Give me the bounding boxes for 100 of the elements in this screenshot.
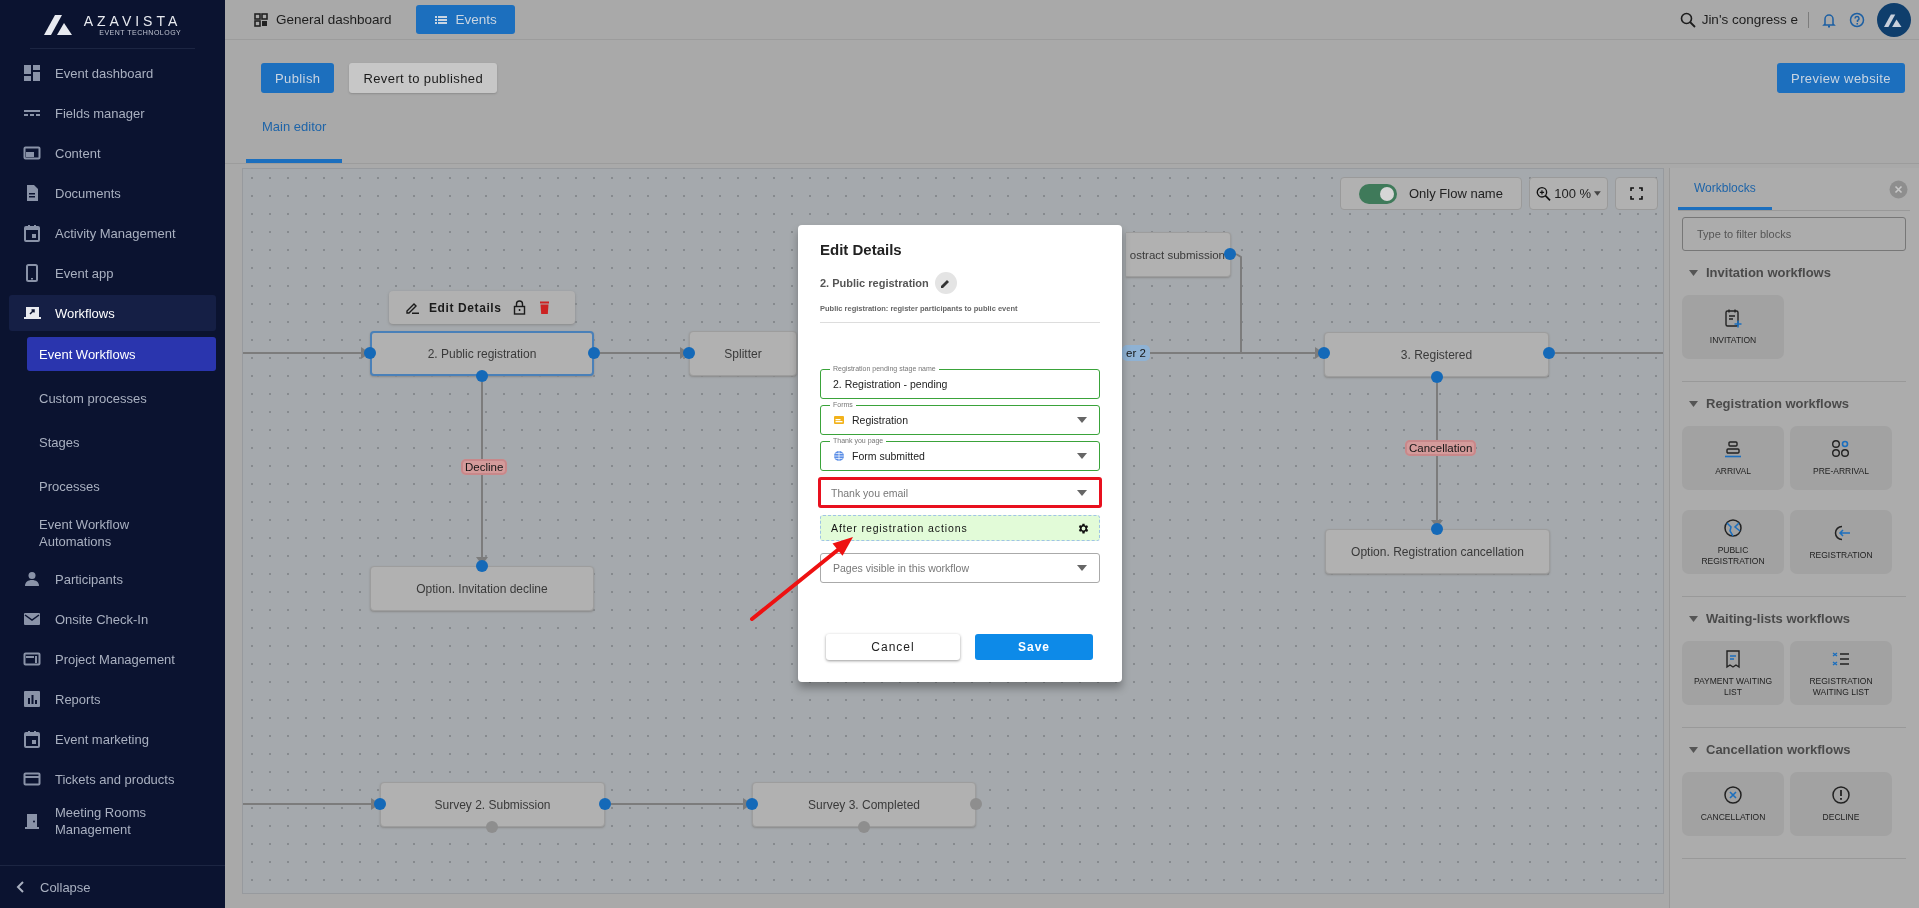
sidebar-item-label: Project Management xyxy=(55,651,175,667)
sidebar-item[interactable]: Tickets and products xyxy=(9,759,216,799)
flow-node[interactable]: 2. Public registration xyxy=(370,331,594,376)
search-icon[interactable] xyxy=(1679,11,1696,28)
workblock-tile[interactable]: CANCELLATION xyxy=(1682,772,1784,836)
port-dot[interactable] xyxy=(476,560,488,572)
caret-icon[interactable] xyxy=(1689,615,1698,622)
flow-node[interactable]: Option. Invitation decline xyxy=(370,566,594,611)
port-dot[interactable] xyxy=(1543,347,1555,359)
mail-icon xyxy=(23,610,41,628)
workblock-tile[interactable]: ARRIVAL xyxy=(1682,426,1784,490)
zoom-dropdown[interactable]: 100 % xyxy=(1529,177,1608,210)
card-icon xyxy=(23,770,41,788)
port-dot[interactable] xyxy=(858,821,870,833)
preview-website-button[interactable]: Preview website xyxy=(1777,63,1905,93)
port-dot[interactable] xyxy=(683,347,695,359)
flow-node[interactable]: Survey 2. Submission xyxy=(380,782,605,827)
caret-icon xyxy=(1594,191,1601,196)
avatar[interactable] xyxy=(1877,2,1911,37)
sidebar-item-label: Event dashboard xyxy=(55,65,154,81)
fullscreen-button[interactable] xyxy=(1615,177,1658,210)
workblock-tile[interactable]: PRE-ARRIVAL xyxy=(1790,426,1892,490)
lock-icon[interactable] xyxy=(511,300,527,315)
caret-icon[interactable] xyxy=(1689,269,1698,276)
dropdown-field[interactable]: Pages visible in this workflow xyxy=(820,553,1100,583)
sidebar-item[interactable]: Onsite Check-In xyxy=(9,599,216,639)
port-dot[interactable] xyxy=(364,347,376,359)
sidebar-item[interactable]: Event app xyxy=(9,253,216,293)
port-dot[interactable] xyxy=(1224,248,1236,260)
sidebar-subitem[interactable]: Processes xyxy=(27,469,216,503)
dropdown-field[interactable]: Thank you email xyxy=(818,477,1102,508)
edit-details-button[interactable]: Edit Details xyxy=(405,300,502,315)
event-name[interactable]: Jin's congress e xyxy=(1701,12,1798,27)
tile-label: REGISTRATION WAITING LIST xyxy=(1808,675,1874,698)
sidebar-item-label: Reports xyxy=(55,691,101,707)
sidebar-item[interactable]: Event dashboard xyxy=(9,53,216,93)
workblock-tile[interactable]: PAYMENT WAITING LIST xyxy=(1682,641,1784,705)
after-registration-actions-button[interactable]: After registration actions xyxy=(820,515,1100,541)
flow-node[interactable]: Survey 3. Completed xyxy=(752,782,976,827)
sidebar-item[interactable]: Documents xyxy=(9,173,216,213)
close-icon[interactable] xyxy=(1889,179,1908,199)
settings-icon xyxy=(1077,521,1090,535)
chevron-left-icon xyxy=(16,881,26,893)
sidebar-item[interactable]: Workflows xyxy=(9,295,216,331)
save-button[interactable]: Save xyxy=(975,634,1093,660)
flow-node[interactable]: Option. Registration cancellation xyxy=(1325,529,1550,574)
caret-icon[interactable] xyxy=(1689,746,1698,753)
cancel-button[interactable]: Cancel xyxy=(826,634,960,660)
sidebar-item[interactable]: Project Management xyxy=(9,639,216,679)
sidebar-subitem[interactable]: Stages xyxy=(27,425,216,459)
pencil-icon xyxy=(940,277,952,289)
port-dot[interactable] xyxy=(746,798,758,810)
sidebar-subitem[interactable]: Event Workflows xyxy=(27,337,216,371)
publish-button[interactable]: Publish xyxy=(261,63,335,93)
port-dot[interactable] xyxy=(599,798,611,810)
workblock-tile[interactable]: REGISTRATION xyxy=(1790,510,1892,574)
help-icon[interactable] xyxy=(1849,11,1865,28)
sidebar-subitem[interactable]: Custom processes xyxy=(27,381,216,415)
sidebar-item[interactable]: Activity Management xyxy=(9,213,216,253)
calendar-icon xyxy=(23,730,41,748)
fullscreen-icon xyxy=(1630,187,1643,200)
sidebar-item[interactable]: Participants xyxy=(9,559,216,599)
port-dot[interactable] xyxy=(476,370,488,382)
port-dot[interactable] xyxy=(1431,523,1443,535)
dropdown-caret-icon xyxy=(1077,417,1087,423)
sidebar-item[interactable]: Event marketing xyxy=(9,719,216,759)
logo-wordmark: AZAVISTA xyxy=(83,12,182,29)
flow-node[interactable]: 3. Registered xyxy=(1324,332,1549,377)
rename-button[interactable] xyxy=(934,272,957,294)
flow-node[interactable]: ostract submission xyxy=(1126,232,1231,277)
collapse-button[interactable]: Collapse xyxy=(0,865,225,908)
flow-node[interactable]: Splitter xyxy=(689,331,797,376)
sidebar-item-label: Tickets and products xyxy=(55,771,175,787)
top-tab[interactable]: General dashboard xyxy=(242,5,404,34)
sidebar-item-label: Content xyxy=(55,145,101,161)
workblock-tile[interactable]: REGISTRATION WAITING LIST xyxy=(1790,641,1892,705)
sidebar-item-label: Workflows xyxy=(55,305,115,321)
sidebar-item[interactable]: Reports xyxy=(9,679,216,719)
sidebar-item-label: Event marketing xyxy=(55,731,149,747)
revert-button[interactable]: Revert to published xyxy=(349,63,498,93)
workblock-tile[interactable]: INVITATION xyxy=(1682,295,1784,359)
sidebar-item[interactable]: Meeting Rooms Management xyxy=(9,799,216,843)
sidebar-item[interactable]: Fields manager xyxy=(9,93,216,133)
port-dot[interactable] xyxy=(1431,371,1443,383)
toggle-switch[interactable] xyxy=(1359,183,1397,204)
port-dot[interactable] xyxy=(970,798,982,810)
person-icon xyxy=(23,570,41,588)
port-dot[interactable] xyxy=(374,798,386,810)
sidebar-subitem[interactable]: Event Workflow Automations xyxy=(27,513,216,553)
port-dot[interactable] xyxy=(588,347,600,359)
workblock-tile[interactable]: DECLINE xyxy=(1790,772,1892,836)
port-dot[interactable] xyxy=(1318,347,1330,359)
top-tab[interactable]: Events xyxy=(415,5,515,34)
sidebar-item-label: Onsite Check-In xyxy=(55,611,149,627)
sidebar-item[interactable]: Content xyxy=(9,133,216,173)
bell-icon[interactable] xyxy=(1821,11,1837,28)
caret-icon[interactable] xyxy=(1689,400,1698,407)
filter-field[interactable]: Type to filter blocks xyxy=(1682,217,1906,251)
workblock-tile[interactable]: PUBLIC REGISTRATION xyxy=(1682,510,1784,574)
port-dot[interactable] xyxy=(486,821,498,833)
